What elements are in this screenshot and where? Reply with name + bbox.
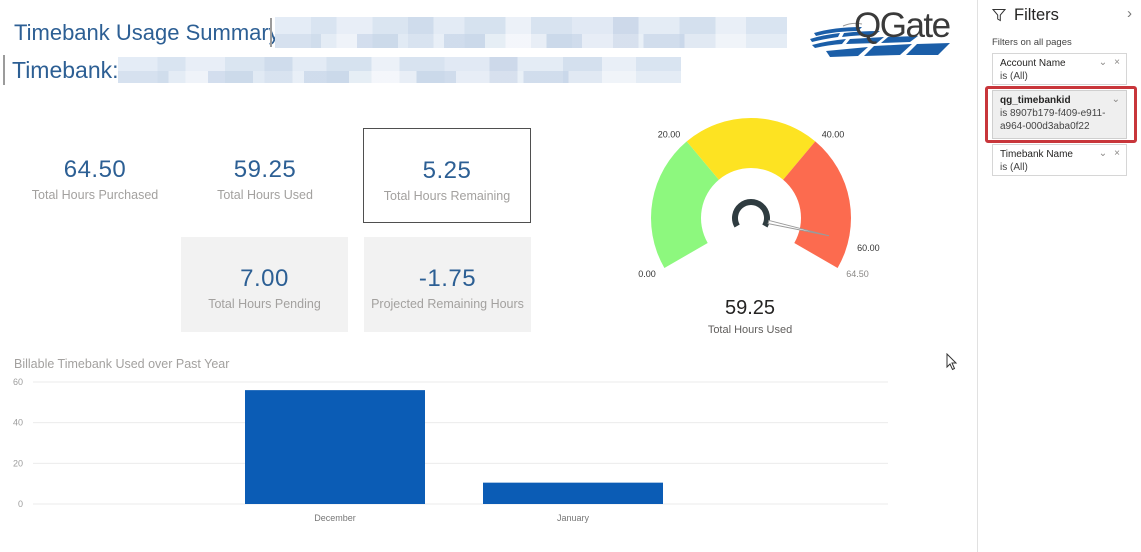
kpi-value: 59.25 — [233, 156, 297, 183]
y-tick-label: 0 — [18, 499, 23, 509]
gauge-tick-label: 64.50 — [846, 269, 869, 279]
gauge-tick-label: 0.00 — [638, 269, 656, 279]
report-title: Timebank Usage Summary — [14, 20, 280, 45]
filters-section-label: Filters on all pages — [992, 37, 1072, 48]
filter-funnel-icon — [992, 9, 1006, 22]
gauge-tick-label: 20.00 — [658, 130, 681, 140]
gauge-value: 59.25 — [724, 297, 776, 319]
filter-condition: is 8907b179-f409-e911-a964-000d3aba0f22 — [1000, 108, 1106, 132]
gauge-label: Total Hours Used — [707, 324, 793, 336]
y-tick-label: 60 — [13, 377, 23, 387]
filter-condition: is (All) — [1000, 162, 1028, 173]
clear-filter-icon[interactable]: × — [1114, 57, 1120, 68]
y-tick-label: 20 — [13, 458, 23, 468]
mouse-cursor-icon — [946, 353, 958, 371]
kpi-value: -1.75 — [418, 265, 477, 292]
kpi-total-hours-purchased[interactable]: 64.50 Total Hours Purchased — [11, 128, 179, 222]
title-separator — [270, 18, 272, 47]
kpi-value: 7.00 — [240, 265, 289, 292]
kpi-value: 64.50 — [63, 156, 127, 183]
y-tick-label: 40 — [13, 418, 23, 428]
filter-card-qg-timebankid[interactable]: qg_timebankid is 8907b179-f409-e911-a964… — [992, 90, 1127, 139]
gauge-tick-label: 60.00 — [857, 243, 880, 253]
kpi-label: Total Hours Used — [217, 188, 313, 202]
filters-title: Filters — [1014, 6, 1059, 24]
gauge-hub — [732, 199, 770, 228]
filter-card-timebank-name[interactable]: Timebank Name is (All) ⌄ × — [992, 144, 1127, 176]
kpi-label: Total Hours Remaining — [383, 189, 511, 203]
clear-filter-icon[interactable]: × — [1114, 148, 1120, 159]
billable-usage-bar-chart[interactable]: 0 20 40 60 December January — [0, 370, 900, 530]
logo-text: QGate — [854, 6, 950, 45]
logo-swoosh-icon: QGate — [810, 6, 951, 57]
filters-pane: Filters › Filters on all pages Account N… — [977, 0, 1141, 552]
kpi-total-hours-pending[interactable]: 7.00 Total Hours Pending — [181, 237, 348, 332]
x-category-label: December — [314, 513, 356, 523]
kpi-total-hours-used[interactable]: 59.25 Total Hours Used — [181, 128, 349, 222]
hours-used-gauge[interactable]: 0.00 20.00 40.00 60.00 64.50 — [630, 105, 890, 295]
timebank-label: Timebank: — [12, 57, 119, 83]
filter-condition: is (All) — [1000, 71, 1028, 82]
x-category-label: January — [557, 513, 590, 523]
subtitle-accent-bar — [3, 55, 5, 85]
chevron-down-icon[interactable]: ⌄ — [1099, 148, 1107, 159]
filter-name: qg_timebankid — [1000, 95, 1071, 106]
kpi-projected-remaining-hours[interactable]: -1.75 Projected Remaining Hours — [364, 237, 531, 332]
gauge-tick-label: 40.00 — [822, 130, 845, 140]
chevron-down-icon[interactable]: ⌄ — [1099, 57, 1107, 68]
bar-january[interactable] — [483, 482, 663, 504]
kpi-label: Total Hours Pending — [208, 297, 321, 311]
kpi-label: Total Hours Purchased — [31, 188, 159, 202]
redacted-timebank-name — [118, 57, 681, 83]
kpi-total-hours-remaining[interactable]: 5.25 Total Hours Remaining — [363, 128, 531, 223]
kpi-label: Projected Remaining Hours — [371, 297, 524, 311]
redacted-account-name — [275, 17, 787, 48]
bar-december[interactable] — [245, 390, 425, 504]
kpi-value: 5.25 — [422, 157, 472, 184]
qgate-logo: QGate — [805, 0, 955, 68]
collapse-filters-chevron-icon[interactable]: › — [1127, 5, 1132, 23]
chevron-down-icon[interactable]: ⌄ — [1112, 94, 1120, 105]
filter-card-account-name[interactable]: Account Name is (All) ⌄ × — [992, 53, 1127, 85]
